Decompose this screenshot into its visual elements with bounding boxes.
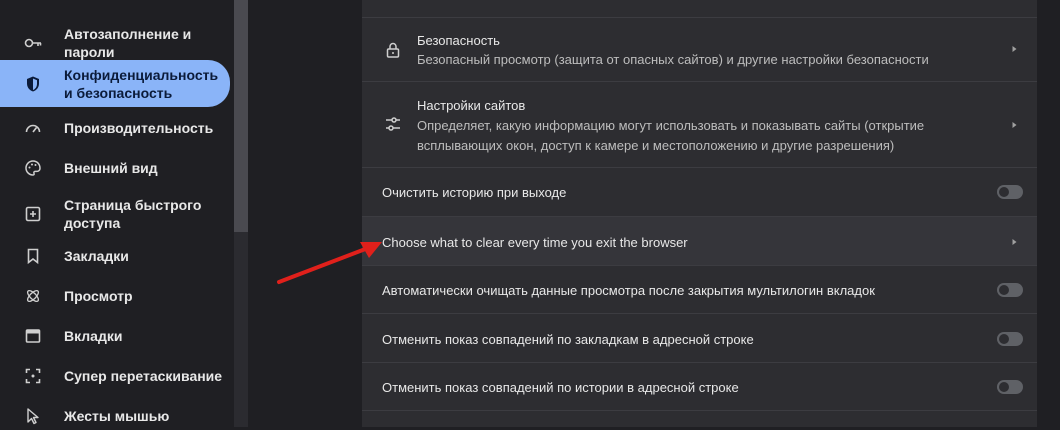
- chevron-right-icon: [1012, 239, 1017, 245]
- chevron-right-icon: [1012, 46, 1017, 52]
- lock-icon: [384, 41, 402, 59]
- sidebar-item-super-drag[interactable]: Супер перетаскивание: [0, 362, 230, 390]
- site-settings-title: Настройки сайтов: [417, 98, 526, 113]
- privacy-settings-panel: Безопасность Безопасный просмотр (защита…: [362, 0, 1037, 427]
- sidebar-item-label: Автозаполнение и пароли: [64, 26, 192, 60]
- hide-history-matches-toggle[interactable]: [997, 380, 1023, 394]
- hide-bookmark-matches-label: Отменить показ совпадений по закладкам в…: [382, 332, 754, 347]
- sidebar-item-label: Жесты мышью: [64, 408, 170, 424]
- chevron-right-icon: [1012, 122, 1017, 128]
- key-icon: [24, 34, 42, 52]
- choose-what-to-clear-row[interactable]: Choose what to clear every time you exit…: [362, 217, 1037, 266]
- palette-icon: [24, 159, 42, 177]
- sidebar-item-label: Страница быстрого доступа: [64, 197, 202, 231]
- settings-sidebar: Автозаполнение и пароли Конфиденциальнос…: [0, 0, 234, 427]
- clear-on-exit-label: Очистить историю при выходе: [382, 185, 567, 200]
- sidebar-item-label: Закладки: [64, 248, 129, 264]
- sidebar-item-mouse-gestures[interactable]: Жесты мышью: [0, 402, 230, 430]
- sidebar-item-speed-dial[interactable]: Страница быстрого доступа: [0, 194, 230, 234]
- sidebar-item-bookmarks[interactable]: Закладки: [0, 242, 230, 270]
- sidebar-item-label: Вкладки: [64, 328, 123, 344]
- clear-on-exit-toggle[interactable]: [997, 185, 1023, 199]
- speedometer-icon: [24, 119, 42, 137]
- sidebar-item-label: Супер перетаскивание: [64, 368, 223, 384]
- auto-clear-multilogin-label: Автоматически очищать данные просмотра п…: [382, 283, 875, 298]
- hide-history-matches-label: Отменить показ совпадений по истории в а…: [382, 380, 739, 395]
- sliders-icon: [384, 115, 402, 133]
- security-subtitle: Безопасный просмотр (защита от опасных с…: [417, 52, 929, 67]
- auto-clear-multilogin-toggle[interactable]: [997, 283, 1023, 297]
- speed-dial-icon: [24, 205, 42, 223]
- shield-icon: [24, 75, 42, 93]
- cursor-icon: [24, 407, 42, 425]
- choose-what-to-clear-label: Choose what to clear every time you exit…: [382, 235, 688, 250]
- bookmark-icon: [24, 247, 42, 265]
- tabs-icon: [24, 327, 42, 345]
- sidebar-item-label: Конфиденциальность и безопасность: [64, 66, 219, 101]
- drag-icon: [24, 367, 42, 385]
- sidebar-scrollbar-thumb[interactable]: [234, 0, 248, 232]
- clear-on-exit-row[interactable]: Очистить историю при выходе: [362, 168, 1037, 217]
- sidebar-item-label: Просмотр: [64, 288, 133, 304]
- hide-history-matches-row[interactable]: Отменить показ совпадений по истории в а…: [362, 363, 1037, 411]
- sidebar-item-label: Производительность: [64, 120, 214, 136]
- annotation-arrow: [277, 242, 382, 284]
- sidebar-item-privacy[interactable]: Конфиденциальность и безопасность: [0, 60, 230, 107]
- site-settings-subtitle: Определяет, какую информацию могут испол…: [417, 118, 925, 153]
- security-row[interactable]: Безопасность Безопасный просмотр (защита…: [362, 18, 1037, 82]
- hide-bookmark-matches-row[interactable]: Отменить показ совпадений по закладкам в…: [362, 314, 1037, 363]
- security-title: Безопасность: [417, 33, 500, 48]
- sidebar-item-performance[interactable]: Производительность: [0, 114, 230, 142]
- auto-clear-multilogin-row[interactable]: Автоматически очищать данные просмотра п…: [362, 266, 1037, 314]
- sidebar-item-tabs[interactable]: Вкладки: [0, 322, 230, 350]
- sidebar-item-appearance[interactable]: Внешний вид: [0, 154, 230, 182]
- previous-row-partial: [362, 0, 1037, 18]
- sidebar-item-label: Внешний вид: [64, 160, 158, 176]
- sidebar-item-browsing[interactable]: Просмотр: [0, 282, 230, 310]
- site-settings-row[interactable]: Настройки сайтов Определяет, какую инфор…: [362, 82, 1037, 168]
- atom-icon: [24, 287, 42, 305]
- hide-bookmark-matches-toggle[interactable]: [997, 332, 1023, 346]
